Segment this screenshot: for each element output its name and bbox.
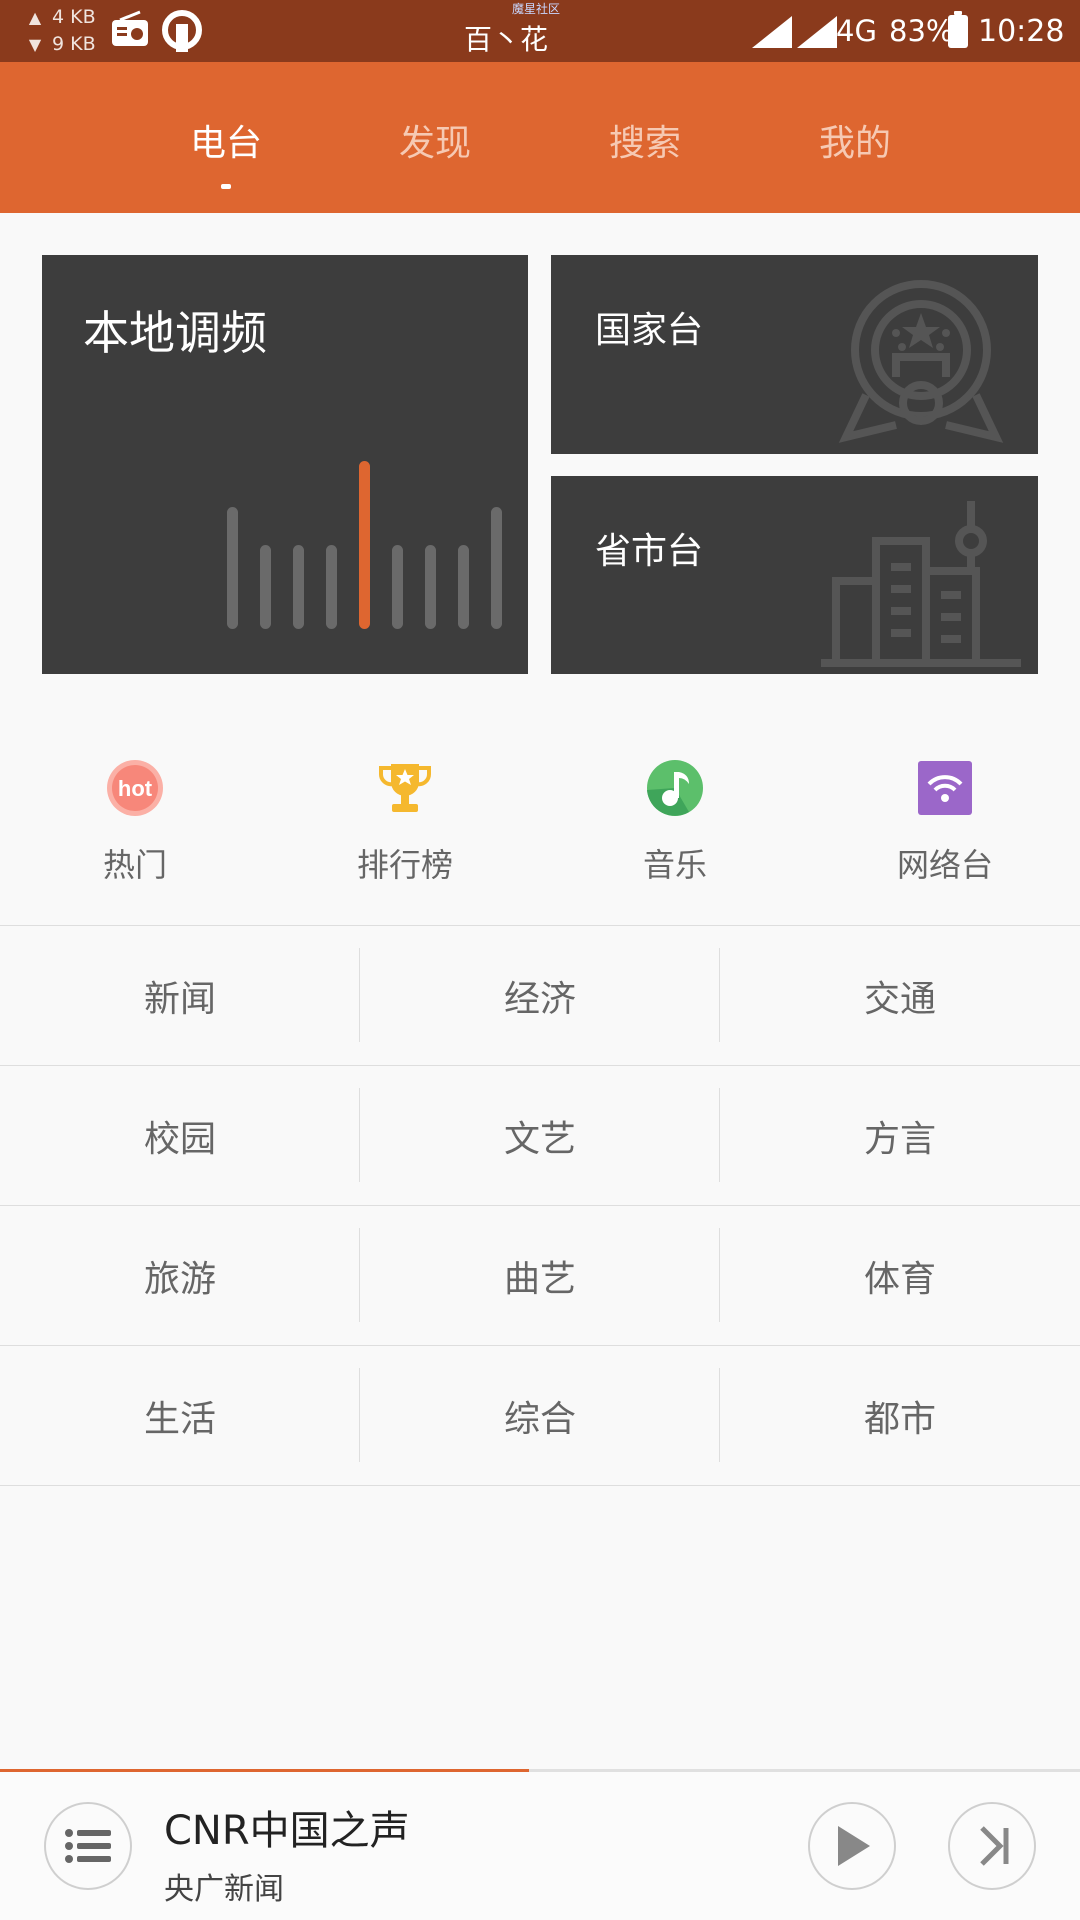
shortcut-hot[interactable]: hot 热门	[35, 758, 235, 886]
next-button[interactable]	[948, 1802, 1036, 1890]
hot-icon: hot	[105, 758, 165, 818]
local-fm-title: 本地调频	[83, 306, 267, 360]
tab-radio[interactable]: 电台	[190, 114, 262, 166]
category-traffic[interactable]: 交通	[720, 926, 1080, 1065]
play-button[interactable]	[808, 1802, 896, 1890]
category-row: 新闻 经济 交通	[0, 926, 1080, 1066]
provincial-station-card[interactable]: 省市台	[551, 476, 1038, 674]
carrier-name: 百丶花	[464, 23, 549, 56]
next-icon	[980, 1826, 1009, 1866]
upload-speed: 4 KB	[52, 6, 96, 28]
category-row: 生活 综合 都市	[0, 1346, 1080, 1486]
shortcut-music[interactable]: 音乐	[575, 758, 775, 886]
network-type: 4G	[836, 14, 877, 48]
playlist-button[interactable]	[44, 1802, 132, 1890]
status-bar: ▲ 4 KB ▼ 9 KB 魔星社区 百丶花 4G 83% 10:28	[0, 0, 1080, 62]
shortcut-ranking[interactable]: 排行榜	[305, 758, 505, 886]
radio-icon	[112, 10, 148, 46]
tab-discover[interactable]: 发现	[399, 114, 471, 166]
signal-icon	[752, 16, 792, 48]
station-name: CNR中国之声	[164, 1808, 410, 1854]
signal-icon-secondary	[797, 16, 837, 48]
mini-player: CNR中国之声 央广新闻	[0, 1772, 1080, 1920]
category-dialect[interactable]: 方言	[720, 1066, 1080, 1205]
category-news[interactable]: 新闻	[0, 926, 360, 1065]
category-urban[interactable]: 都市	[720, 1346, 1080, 1485]
national-station-title: 国家台	[595, 310, 704, 351]
category-grid: 新闻 经济 交通 校园 文艺 方言 旅游 曲艺 体育 生活 综合 都市	[0, 925, 1080, 1486]
program-name: 央广新闻	[164, 1872, 284, 1907]
network-speed: ▲ 4 KB ▼ 9 KB	[26, 4, 96, 58]
category-sports[interactable]: 体育	[720, 1206, 1080, 1345]
category-arts[interactable]: 文艺	[360, 1066, 720, 1205]
list-icon	[65, 1829, 111, 1863]
fm-equalizer-icon	[227, 461, 502, 629]
category-economy[interactable]: 经济	[360, 926, 720, 1065]
shortcut-music-label: 音乐	[642, 846, 707, 884]
shortcut-internet-radio-label: 网络台	[896, 846, 993, 884]
city-buildings-icon	[821, 501, 1021, 667]
trophy-icon	[375, 758, 435, 818]
category-travel[interactable]: 旅游	[0, 1206, 360, 1345]
local-fm-card[interactable]: 本地调频	[42, 255, 528, 674]
category-life[interactable]: 生活	[0, 1346, 360, 1485]
tab-search[interactable]: 搜索	[609, 114, 681, 166]
carrier-subtitle: 魔星社区	[512, 2, 561, 16]
category-campus[interactable]: 校园	[0, 1066, 360, 1205]
music-icon	[645, 758, 705, 818]
svg-text:hot: hot	[118, 776, 153, 801]
clock: 10:28	[978, 14, 1065, 49]
shortcut-hot-label: 热门	[102, 846, 167, 884]
tab-active-indicator	[221, 184, 231, 189]
download-arrow-icon: ▼	[28, 35, 42, 54]
shortcut-internet-radio[interactable]: 网络台	[845, 758, 1045, 886]
battery-percent: 83%	[889, 14, 954, 48]
national-emblem-icon	[838, 280, 1004, 443]
upload-arrow-icon: ▲	[28, 8, 42, 27]
tab-mine[interactable]: 我的	[819, 114, 891, 166]
wifi-icon	[915, 758, 975, 818]
category-row: 旅游 曲艺 体育	[0, 1206, 1080, 1346]
download-speed: 9 KB	[52, 33, 96, 55]
category-row: 校园 文艺 方言	[0, 1066, 1080, 1206]
category-folk-art[interactable]: 曲艺	[360, 1206, 720, 1345]
app-notification-icon	[162, 10, 202, 52]
provincial-station-title: 省市台	[595, 531, 704, 572]
category-general[interactable]: 综合	[360, 1346, 720, 1485]
top-tab-bar: 电台 发现 搜索 我的	[0, 62, 1080, 213]
national-station-card[interactable]: 国家台	[551, 255, 1038, 454]
battery-icon	[948, 11, 968, 48]
play-icon	[838, 1826, 870, 1866]
shortcut-ranking-label: 排行榜	[356, 846, 453, 884]
